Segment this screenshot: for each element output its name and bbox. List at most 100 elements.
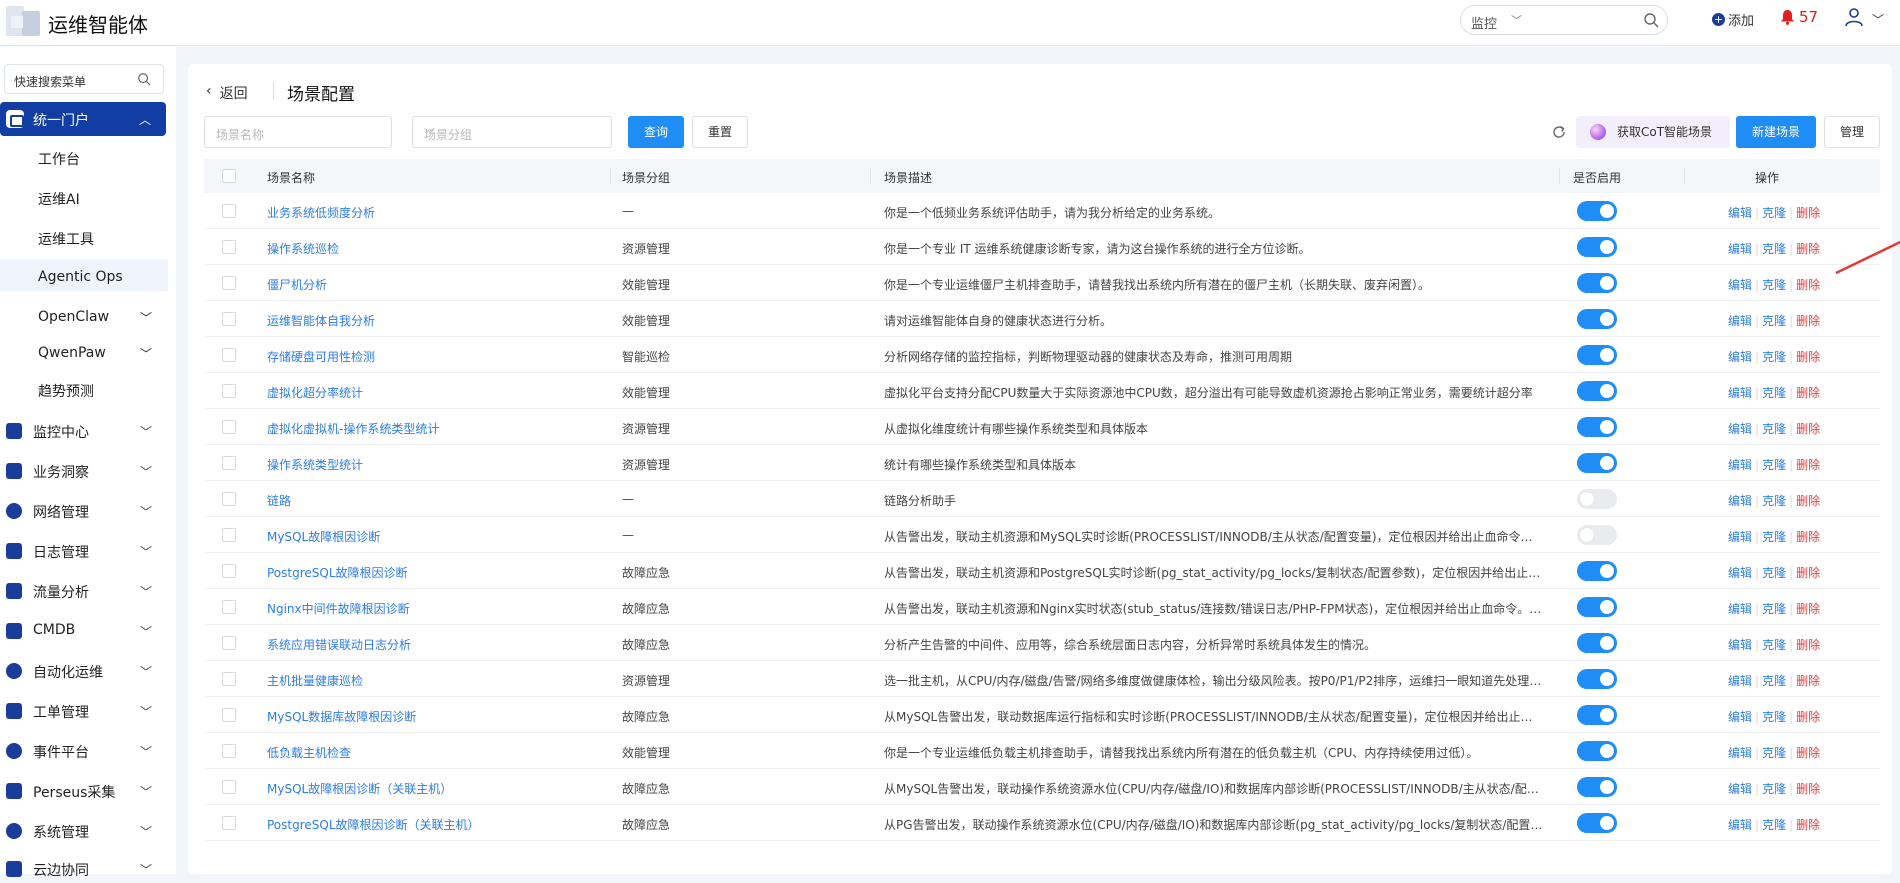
sidebar-item-ops-tools[interactable]: 运维工具: [38, 229, 94, 249]
edit-link[interactable]: 编辑: [1728, 278, 1752, 292]
delete-link[interactable]: 删除: [1796, 638, 1820, 652]
enabled-toggle[interactable]: [1577, 777, 1617, 797]
delete-link[interactable]: 删除: [1796, 422, 1820, 436]
clone-link[interactable]: 克隆: [1762, 602, 1786, 616]
clone-link[interactable]: 克隆: [1762, 746, 1786, 760]
reset-button[interactable]: 重置: [692, 116, 748, 148]
edit-link[interactable]: 编辑: [1728, 206, 1752, 220]
sidebar-item-agentic-ops[interactable]: Agentic Ops: [38, 269, 123, 285]
edit-link[interactable]: 编辑: [1728, 674, 1752, 688]
row-checkbox[interactable]: [222, 420, 236, 434]
row-checkbox[interactable]: [222, 708, 236, 722]
sidebar-item-cloud-edge[interactable]: 云边协同 ﹀: [0, 857, 168, 883]
sidebar-item-portal[interactable]: 统一门户 ︿: [0, 102, 166, 136]
sidebar-item-openclaw[interactable]: OpenClaw: [38, 309, 109, 325]
edit-link[interactable]: 编辑: [1728, 494, 1752, 508]
row-checkbox[interactable]: [222, 672, 236, 686]
scene-name-link[interactable]: MySQL数据库故障根因诊断: [267, 708, 416, 725]
search-scope-select[interactable]: 监控: [1471, 13, 1497, 32]
clone-link[interactable]: 克隆: [1762, 782, 1786, 796]
clone-link[interactable]: 克隆: [1762, 818, 1786, 832]
enabled-toggle[interactable]: [1577, 453, 1617, 473]
clone-link[interactable]: 克隆: [1762, 638, 1786, 652]
user-menu-chevron-icon[interactable]: ﹀: [1872, 11, 1884, 28]
delete-link[interactable]: 删除: [1796, 350, 1820, 364]
edit-link[interactable]: 编辑: [1728, 422, 1752, 436]
scene-name-link[interactable]: 业务系统低频度分析: [267, 204, 375, 221]
scene-name-link[interactable]: 系统应用错误联动日志分析: [267, 636, 411, 653]
query-button[interactable]: 查询: [628, 116, 684, 148]
row-checkbox[interactable]: [222, 240, 236, 254]
edit-link[interactable]: 编辑: [1728, 350, 1752, 364]
clone-link[interactable]: 克隆: [1762, 314, 1786, 328]
enabled-toggle[interactable]: [1577, 597, 1617, 617]
scene-name-link[interactable]: PostgreSQL故障根因诊断（关联主机）: [267, 816, 480, 833]
delete-link[interactable]: 删除: [1796, 782, 1820, 796]
delete-link[interactable]: 删除: [1796, 206, 1820, 220]
sidebar-item-events[interactable]: 事件平台 ﹀: [0, 739, 168, 765]
sidebar-item-network[interactable]: 网络管理 ﹀: [0, 499, 168, 525]
sidebar-item-automation[interactable]: 自动化运维 ﹀: [0, 659, 168, 685]
scene-name-link[interactable]: 僵尸机分析: [267, 276, 327, 293]
enabled-toggle[interactable]: [1577, 525, 1617, 545]
delete-link[interactable]: 删除: [1796, 494, 1820, 508]
clone-link[interactable]: 克隆: [1762, 278, 1786, 292]
delete-link[interactable]: 删除: [1796, 602, 1820, 616]
edit-link[interactable]: 编辑: [1728, 818, 1752, 832]
delete-link[interactable]: 删除: [1796, 818, 1820, 832]
sidebar-item-ops-ai[interactable]: 运维AI: [38, 189, 80, 209]
refresh-icon[interactable]: [1551, 124, 1567, 140]
row-checkbox[interactable]: [222, 636, 236, 650]
row-checkbox[interactable]: [222, 528, 236, 542]
row-checkbox[interactable]: [222, 492, 236, 506]
clone-link[interactable]: 克隆: [1762, 494, 1786, 508]
clone-link[interactable]: 克隆: [1762, 530, 1786, 544]
scene-name-link[interactable]: 运维智能体自我分析: [267, 312, 375, 329]
sidebar-item-tickets[interactable]: 工单管理 ﹀: [0, 699, 168, 725]
scene-name-link[interactable]: 主机批量健康巡检: [267, 672, 363, 689]
search-icon[interactable]: [1643, 12, 1659, 28]
delete-link[interactable]: 删除: [1796, 386, 1820, 400]
edit-link[interactable]: 编辑: [1728, 458, 1752, 472]
enabled-toggle[interactable]: [1577, 633, 1617, 653]
manage-button[interactable]: 管理: [1824, 116, 1880, 148]
sidebar-item-system[interactable]: 系统管理 ﹀: [0, 819, 168, 845]
enabled-toggle[interactable]: [1577, 201, 1617, 221]
scene-name-link[interactable]: 存储硬盘可用性检测: [267, 348, 375, 365]
delete-link[interactable]: 删除: [1796, 278, 1820, 292]
enabled-toggle[interactable]: [1577, 381, 1617, 401]
edit-link[interactable]: 编辑: [1728, 638, 1752, 652]
edit-link[interactable]: 编辑: [1728, 782, 1752, 796]
clone-link[interactable]: 克隆: [1762, 458, 1786, 472]
clone-link[interactable]: 克隆: [1762, 674, 1786, 688]
row-checkbox[interactable]: [222, 564, 236, 578]
row-checkbox[interactable]: [222, 204, 236, 218]
scene-name-link[interactable]: MySQL故障根因诊断（关联主机）: [267, 780, 452, 797]
scene-name-link[interactable]: 操作系统巡检: [267, 240, 339, 257]
row-checkbox[interactable]: [222, 744, 236, 758]
scene-name-link[interactable]: 链路: [267, 492, 291, 509]
scene-name-link[interactable]: 低负载主机检查: [267, 744, 351, 761]
user-icon[interactable]: [1844, 7, 1864, 27]
row-checkbox[interactable]: [222, 312, 236, 326]
clone-link[interactable]: 克隆: [1762, 710, 1786, 724]
enabled-toggle[interactable]: [1577, 309, 1617, 329]
scene-name-link[interactable]: MySQL故障根因诊断: [267, 528, 380, 545]
enabled-toggle[interactable]: [1577, 273, 1617, 293]
scene-name-link[interactable]: 虚拟化虚拟机-操作系统类型统计: [267, 420, 439, 437]
delete-link[interactable]: 删除: [1796, 314, 1820, 328]
row-checkbox[interactable]: [222, 456, 236, 470]
global-search[interactable]: 监控 ﹀: [1460, 5, 1668, 35]
clone-link[interactable]: 克隆: [1762, 386, 1786, 400]
sidebar-item-workbench[interactable]: 工作台: [38, 149, 80, 169]
delete-link[interactable]: 删除: [1796, 566, 1820, 580]
sidebar-item-business-insight[interactable]: 业务洞察 ﹀: [0, 459, 168, 485]
delete-link[interactable]: 删除: [1796, 242, 1820, 256]
delete-link[interactable]: 删除: [1796, 530, 1820, 544]
delete-link[interactable]: 删除: [1796, 458, 1820, 472]
row-checkbox[interactable]: [222, 276, 236, 290]
clone-link[interactable]: 克隆: [1762, 566, 1786, 580]
alerts-button[interactable]: 57: [1780, 8, 1818, 26]
delete-link[interactable]: 删除: [1796, 746, 1820, 760]
edit-link[interactable]: 编辑: [1728, 566, 1752, 580]
